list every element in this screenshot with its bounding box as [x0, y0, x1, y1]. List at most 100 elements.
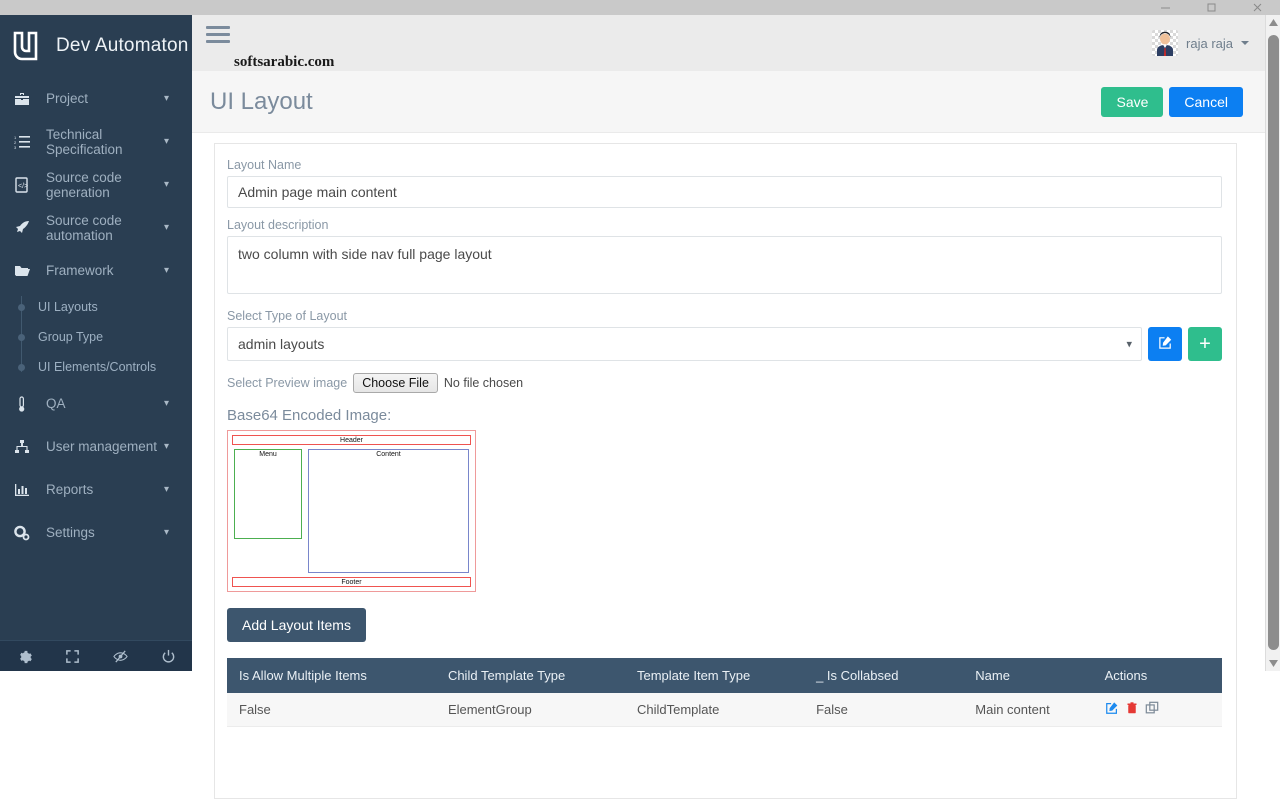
layout-description-textarea[interactable]: two column with side nav full page layou…	[227, 236, 1222, 294]
delete-icon[interactable]	[1126, 701, 1138, 718]
layout-items-table: Is Allow Multiple Items Child Template T…	[227, 658, 1222, 727]
sidebar-item-technical-specification[interactable]: 123 Technical Specification ▾	[0, 120, 192, 163]
watermark-text: softsarabic.com	[234, 54, 335, 70]
framework-subnav: UI Layouts Group Type UI Elements/Contro…	[0, 292, 192, 382]
sitemap-icon	[14, 439, 38, 455]
layout-name-field-group: Layout Name	[215, 158, 1236, 208]
choose-file-button[interactable]: Choose File	[353, 373, 438, 393]
table-body: False ElementGroup ChildTemplate False M…	[227, 693, 1222, 727]
layout-type-row: admin layouts ▾ +	[227, 327, 1222, 361]
save-button[interactable]: Save	[1101, 86, 1164, 117]
brand-name: Dev Automaton	[56, 35, 189, 56]
edit-layout-type-button[interactable]	[1148, 327, 1182, 361]
window-maximize-button[interactable]	[1188, 0, 1234, 15]
sidebar-item-source-code-automation[interactable]: Source code automation ▾	[0, 206, 192, 249]
sidebar-item-framework[interactable]: Framework ▾	[0, 249, 192, 292]
column-header-template-item-type[interactable]: Template Item Type	[624, 658, 805, 693]
base64-label: Base64 Encoded Image:	[227, 407, 392, 424]
chevron-down-icon: ▾	[164, 398, 170, 409]
layout-name-input[interactable]	[227, 176, 1222, 208]
column-header-name[interactable]: Name	[963, 658, 1093, 693]
avatar	[1152, 30, 1179, 56]
chevron-down-icon: ▾	[164, 527, 170, 538]
cancel-button[interactable]: Cancel	[1169, 86, 1243, 117]
preview-image-label: Select Preview image	[227, 376, 348, 390]
table-row[interactable]: False ElementGroup ChildTemplate False M…	[227, 693, 1222, 727]
add-layout-type-button[interactable]: +	[1188, 327, 1222, 361]
sidebar-item-source-code-generation[interactable]: </> Source code generation ▾	[0, 163, 192, 206]
add-layout-items-button[interactable]: Add Layout Items	[227, 608, 366, 642]
gear-icon[interactable]	[17, 649, 32, 664]
column-header-is-collabsed[interactable]: _ Is Collabsed	[804, 658, 964, 693]
scrollbar-thumb[interactable]	[1268, 35, 1279, 650]
column-header-actions: Actions	[1092, 658, 1222, 693]
chevron-down-icon: ▾	[164, 441, 170, 452]
sidebar-item-label: User management	[46, 439, 158, 454]
sidebar-nav: Project ▾ 123 Technical Specification ▾ …	[0, 77, 192, 554]
layout-type-select[interactable]: admin layouts	[227, 327, 1142, 361]
top-bar: softsarabic.com raja raja	[192, 15, 1265, 71]
cell-name: Main content	[963, 693, 1093, 727]
gears-icon	[14, 525, 38, 541]
preview-menu-box: Menu	[234, 449, 302, 539]
app-logo-icon	[10, 28, 46, 64]
no-file-chosen-label: No file chosen	[443, 376, 524, 390]
preview-header-box: Header	[232, 435, 471, 445]
user-menu[interactable]: raja raja	[1152, 30, 1249, 56]
cell-is-collabsed: False	[804, 693, 964, 727]
sidebar-item-user-management[interactable]: User management ▾	[0, 425, 192, 468]
chevron-down-icon	[1241, 41, 1249, 45]
sidebar-item-settings[interactable]: Settings ▾	[0, 511, 192, 554]
sidebar-item-qa[interactable]: QA ▾	[0, 382, 192, 425]
preview-diagram-group: Header Menu Content Footer Add Layout It…	[215, 430, 1236, 727]
layout-type-label: Select Type of Layout	[227, 309, 347, 323]
sidebar: Dev Automaton Project ▾ 123 Technical Sp…	[0, 15, 192, 671]
main-content: softsarabic.com raja raja UI Layout Save…	[192, 15, 1265, 799]
preview-footer-box: Footer	[232, 577, 471, 587]
code-file-icon: </>	[14, 176, 38, 193]
briefcase-icon	[14, 91, 38, 107]
copy-icon[interactable]	[1145, 701, 1159, 718]
page-scrollbar[interactable]	[1265, 15, 1280, 671]
scroll-down-arrow-icon[interactable]	[1266, 656, 1280, 671]
hamburger-icon[interactable]	[206, 25, 230, 47]
ordered-list-icon: 123	[14, 134, 38, 150]
folder-open-icon	[14, 263, 38, 279]
table-header-row: Is Allow Multiple Items Child Template T…	[227, 658, 1222, 693]
scroll-up-arrow-icon[interactable]	[1266, 15, 1280, 30]
table-head: Is Allow Multiple Items Child Template T…	[227, 658, 1222, 693]
sidebar-item-label: Technical Specification	[46, 126, 123, 157]
chevron-down-icon: ▾	[164, 265, 170, 276]
sidebar-item-ui-layouts[interactable]: UI Layouts	[0, 292, 192, 322]
sidebar-item-project[interactable]: Project ▾	[0, 77, 192, 120]
window-close-button[interactable]	[1234, 0, 1280, 15]
sidebar-item-group-type[interactable]: Group Type	[0, 322, 192, 352]
sidebar-item-ui-elements-controls[interactable]: UI Elements/Controls	[0, 352, 192, 382]
layout-type-select-wrapper: admin layouts ▾	[227, 327, 1142, 361]
page-actions: Save Cancel	[1101, 86, 1243, 117]
layout-preview-image: Header Menu Content Footer	[227, 430, 476, 592]
row-actions	[1105, 701, 1210, 718]
layout-form-card: Layout Name Layout description two colum…	[214, 143, 1237, 799]
sidebar-item-reports[interactable]: Reports ▾	[0, 468, 192, 511]
svg-text:3: 3	[14, 145, 17, 150]
cell-template-item-type: ChildTemplate	[624, 693, 805, 727]
layout-description-field-group: Layout description two column with side …	[215, 218, 1236, 299]
eye-slash-icon[interactable]	[112, 649, 128, 664]
sidebar-item-label: Project	[46, 91, 89, 106]
window-minimize-button[interactable]	[1142, 0, 1188, 15]
plus-icon: +	[1199, 333, 1211, 355]
sidebar-item-label: Reports	[46, 482, 94, 497]
power-off-icon[interactable]	[161, 649, 176, 664]
edit-icon[interactable]	[1105, 701, 1119, 718]
layout-name-label: Layout Name	[227, 158, 302, 172]
column-header-child-template-type[interactable]: Child Template Type	[435, 658, 625, 693]
expand-icon[interactable]	[65, 649, 80, 664]
preview-image-field-group: Select Preview image Choose File No file…	[215, 373, 1236, 424]
window-title-bar	[0, 0, 1280, 15]
column-header-is-allow-multiple-items[interactable]: Is Allow Multiple Items	[227, 658, 436, 693]
layout-items-table-wrapper: Is Allow Multiple Items Child Template T…	[227, 658, 1222, 727]
brand[interactable]: Dev Automaton	[0, 15, 192, 77]
page-title: UI Layout	[210, 87, 313, 115]
layout-type-field-group: Select Type of Layout admin layouts ▾ +	[215, 309, 1236, 361]
